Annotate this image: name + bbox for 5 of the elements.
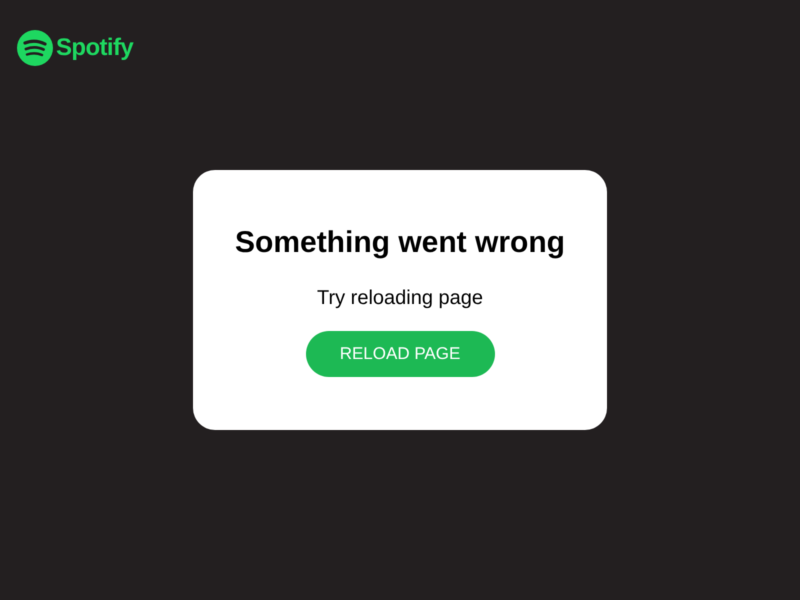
reload-button[interactable]: RELOAD PAGE xyxy=(306,331,494,377)
dialog-message: Try reloading page xyxy=(316,286,484,311)
dialog-title: Something went wrong xyxy=(235,225,565,261)
logo-wordmark: Spotify xyxy=(56,33,134,63)
logo-icon xyxy=(17,30,53,66)
